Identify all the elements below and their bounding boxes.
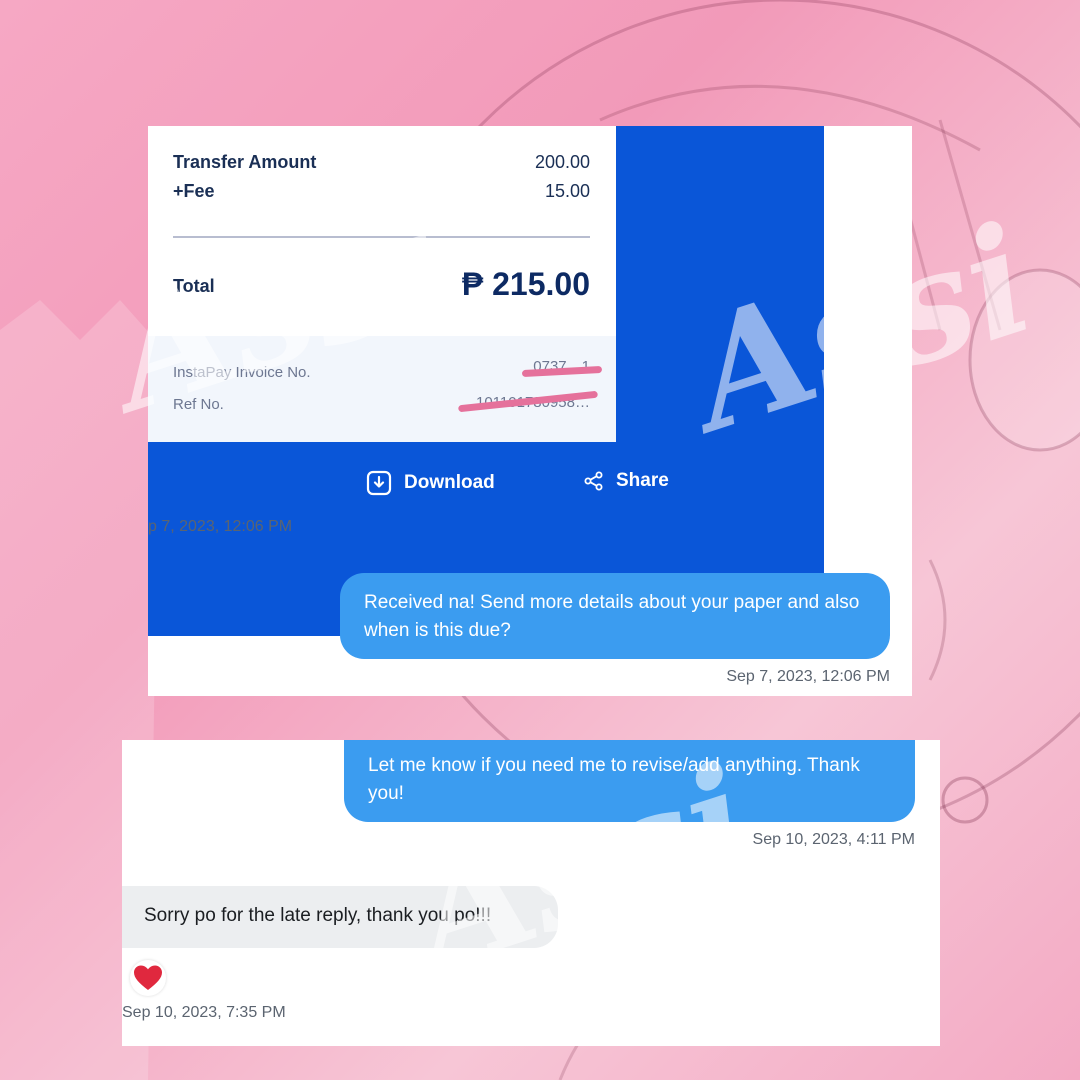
total-label: Total [173, 276, 215, 296]
chat-screenshot-2: Let me know if you need me to revise/add… [122, 740, 940, 1046]
receipt-reference-section: InstaPay Invoice No. 0737…1 Ref No. 1011… [148, 336, 616, 442]
share-label: Share [616, 470, 669, 491]
fee-value: 15.00 [544, 181, 590, 201]
receipt-divider [173, 236, 590, 238]
fee-label: +Fee [173, 181, 215, 201]
transfer-amount-value: 200.00 [534, 152, 590, 172]
instapay-receipt: Transfer Amount 200.00 +Fee 15.00 Total … [148, 126, 824, 636]
message-reaction[interactable] [130, 960, 166, 996]
receipt-timestamp: p 7, 2023, 12:06 PM [148, 518, 293, 535]
outgoing-message[interactable]: Let me know if you need me to revise/add… [344, 740, 915, 822]
outgoing-message[interactable]: Received na! Send more details about you… [340, 573, 890, 659]
message-timestamp: Sep 7, 2023, 12:06 PM [726, 668, 890, 685]
chat-screenshot-1: Transfer Amount 200.00 +Fee 15.00 Total … [148, 126, 912, 696]
download-label: Download [404, 472, 495, 493]
ref-label: Ref No. [173, 396, 224, 413]
message-timestamp: Sep 10, 2023, 4:11 PM [752, 831, 915, 848]
download-button[interactable]: Download [366, 470, 495, 496]
share-icon [584, 471, 603, 491]
transfer-amount-label: Transfer Amount [173, 152, 317, 172]
heart-icon [134, 965, 162, 990]
invoice-label: InstaPay Invoice No. [173, 364, 311, 381]
incoming-message[interactable]: Sorry po for the late reply, thank you p… [122, 886, 558, 948]
receipt-actions: Download Share [148, 442, 824, 560]
download-icon [366, 470, 392, 496]
message-timestamp: Sep 10, 2023, 7:35 PM [122, 1004, 286, 1021]
receipt-details: Transfer Amount 200.00 +Fee 15.00 Total … [148, 126, 616, 442]
total-value: ₱ 215.00 [461, 266, 590, 302]
share-button[interactable]: Share [584, 470, 669, 492]
